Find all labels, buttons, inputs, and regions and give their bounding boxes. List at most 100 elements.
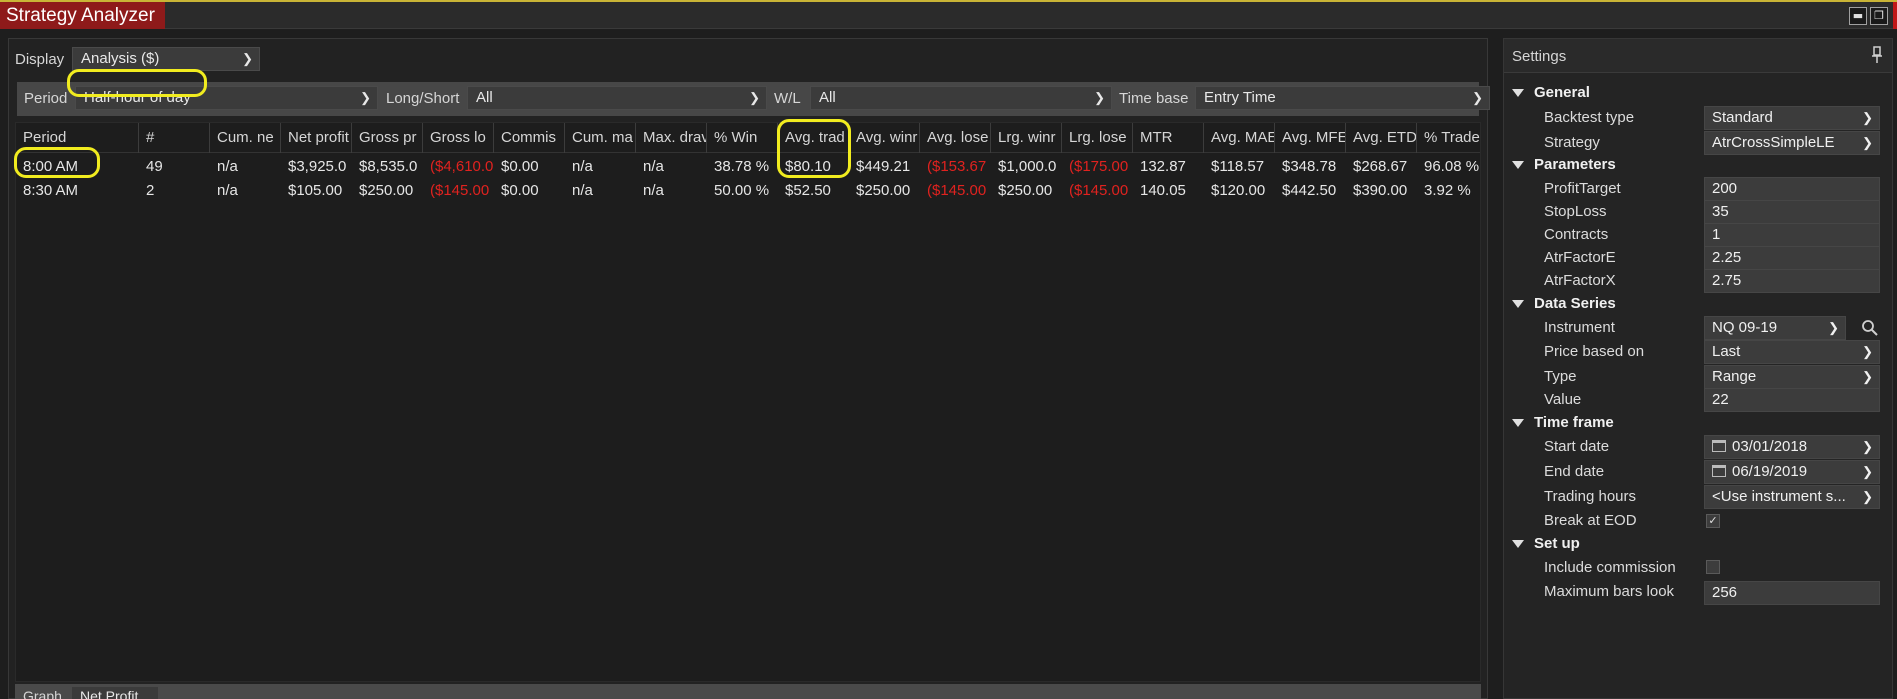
max-bars-look-input[interactable]: 256 <box>1704 581 1880 605</box>
section-data-series[interactable]: Data Series <box>1512 295 1616 312</box>
close-strip[interactable] <box>1893 2 1897 29</box>
instrument-value: NQ 09-19 <box>1712 319 1778 336</box>
minimize-button[interactable]: ▬ <box>1849 7 1867 25</box>
section-general[interactable]: General <box>1512 84 1590 101</box>
col-cum-max[interactable]: Cum. ma <box>565 123 636 153</box>
col-cum-net[interactable]: Cum. ne <box>210 123 281 153</box>
cell-mtr: 132.87 <box>1140 158 1186 175</box>
section-parameters[interactable]: Parameters <box>1512 156 1616 173</box>
col-avg-loser[interactable]: Avg. lose <box>920 123 991 153</box>
cell-gross-loss: ($4,610.0 <box>430 158 494 175</box>
search-icon[interactable] <box>1861 319 1879 337</box>
chevron-down-icon: ❯ <box>749 90 760 105</box>
time-base-select[interactable]: Entry Time ❯ <box>1195 86 1490 110</box>
display-select[interactable]: Analysis ($) ❯ <box>72 47 260 71</box>
backtest-type-select[interactable]: Standard ❯ <box>1704 106 1880 130</box>
period-select[interactable]: Half-hour of day ❯ <box>75 86 378 110</box>
graph-label: Graph <box>23 688 62 699</box>
stop-loss-input[interactable]: 35 <box>1704 200 1880 224</box>
cell-cum-max: n/a <box>572 158 593 175</box>
wl-select[interactable]: All ❯ <box>810 86 1112 110</box>
atr-factor-e-input[interactable]: 2.25 <box>1704 246 1880 270</box>
col-gross-profit[interactable]: Gross pr <box>352 123 423 153</box>
cell-mtr: 140.05 <box>1140 182 1186 199</box>
break-at-eod-checkbox[interactable]: ✓ <box>1706 514 1720 528</box>
start-date-value: 03/01/2018 <box>1732 438 1808 455</box>
contracts-input[interactable]: 1 <box>1704 223 1880 247</box>
cell-win-pct: 50.00 % <box>714 182 770 199</box>
atr-factor-x-input[interactable]: 2.75 <box>1704 269 1880 293</box>
col-avg-trade[interactable]: Avg. trad <box>778 123 849 153</box>
long-short-select[interactable]: All ❯ <box>467 86 767 110</box>
analyzer-panel: Display Analysis ($) ❯ Period Half-hour … <box>8 38 1490 699</box>
break-at-eod-label: Break at EOD <box>1544 512 1637 529</box>
end-date-picker[interactable]: 06/19/2019 ❯ <box>1704 460 1880 484</box>
chevron-down-icon: ❯ <box>1862 135 1873 150</box>
cell-avg-winner: $449.21 <box>856 158 911 175</box>
col-net-profit[interactable]: Net profit <box>281 123 352 153</box>
instrument-select[interactable]: NQ 09-19 ❯ <box>1704 316 1846 340</box>
cell-gross-loss: ($145.00 <box>430 182 490 199</box>
cell-cum-net: n/a <box>217 158 238 175</box>
chevron-down-icon: ❯ <box>1472 90 1483 105</box>
display-value: Analysis ($) <box>81 50 160 67</box>
col-gross-loss[interactable]: Gross lo <box>423 123 494 153</box>
section-parameters-label: Parameters <box>1534 156 1616 173</box>
restore-button[interactable]: ❐ <box>1870 7 1888 25</box>
collapse-triangle-icon <box>1512 89 1524 98</box>
col-mtr[interactable]: MTR <box>1133 123 1204 153</box>
start-date-picker[interactable]: 03/01/2018 ❯ <box>1704 435 1880 459</box>
graph-select[interactable]: Net Profit <box>71 686 159 699</box>
col-period[interactable]: Period <box>16 123 139 153</box>
cell-avg-mae: $118.57 <box>1211 158 1265 175</box>
col-trade-pct[interactable]: % Trade <box>1417 123 1482 153</box>
collapse-triangle-icon <box>1512 161 1524 170</box>
include-commission-label: Include commission <box>1544 559 1676 576</box>
col-max-drawdown[interactable]: Max. drav <box>636 123 707 153</box>
table-row[interactable]: 8:30 AM 2 n/a $105.00 $250.00 ($145.00 $… <box>16 178 1480 203</box>
window-title: Strategy Analyzer <box>0 2 165 29</box>
backtest-type-label: Backtest type <box>1544 109 1635 126</box>
trading-hours-value: <Use instrument s... <box>1712 488 1846 505</box>
time-base-value: Entry Time <box>1204 89 1276 106</box>
col-avg-winner[interactable]: Avg. winr <box>849 123 920 153</box>
include-commission-checkbox[interactable] <box>1706 560 1720 574</box>
trading-hours-label: Trading hours <box>1544 488 1636 505</box>
type-select[interactable]: Range ❯ <box>1704 365 1880 389</box>
long-short-label: Long/Short <box>386 90 460 107</box>
profit-target-input[interactable]: 200 <box>1704 177 1880 201</box>
chevron-down-icon: ❯ <box>1862 369 1873 384</box>
chevron-down-icon: ❯ <box>1862 439 1873 454</box>
table-row[interactable]: 8:00 AM 49 n/a $3,925.0 $8,535.0 ($4,610… <box>16 154 1480 179</box>
cell-count: 2 <box>146 182 155 199</box>
pin-icon[interactable] <box>1871 46 1883 64</box>
cell-net-profit: $105.00 <box>288 182 343 199</box>
strategy-label: Strategy <box>1544 134 1600 151</box>
cell-max-drawdown: n/a <box>643 158 664 175</box>
cell-trade-pct: 3.92 % <box>1424 182 1471 199</box>
strategy-select[interactable]: AtrCrossSimpleLE ❯ <box>1704 131 1880 155</box>
col-commission[interactable]: Commis <box>494 123 565 153</box>
wl-label: W/L <box>774 90 801 107</box>
price-based-on-select[interactable]: Last ❯ <box>1704 340 1880 364</box>
col-lrg-loser[interactable]: Lrg. lose <box>1062 123 1133 153</box>
section-set-up[interactable]: Set up <box>1512 535 1580 552</box>
chevron-down-icon: ❯ <box>1094 90 1105 105</box>
cell-avg-loser: ($153.67 <box>927 158 987 175</box>
col-lrg-winner[interactable]: Lrg. winr <box>991 123 1062 153</box>
title-bar: Strategy Analyzer ▬ ❐ <box>0 0 1897 29</box>
value-input[interactable]: 22 <box>1704 388 1880 412</box>
col-avg-mfe[interactable]: Avg. MFE <box>1275 123 1346 153</box>
end-date-value: 06/19/2019 <box>1732 463 1808 480</box>
cell-net-profit: $3,925.0 <box>288 158 347 175</box>
section-time-frame[interactable]: Time frame <box>1512 414 1614 431</box>
settings-title: Settings <box>1512 48 1567 65</box>
period-label: Period <box>24 90 68 107</box>
cell-trade-pct: 96.08 % <box>1424 158 1480 175</box>
collapse-triangle-icon <box>1512 300 1524 309</box>
col-count[interactable]: # <box>139 123 210 153</box>
col-avg-mae[interactable]: Avg. MAE <box>1204 123 1275 153</box>
col-avg-etd[interactable]: Avg. ETD <box>1346 123 1417 153</box>
col-win-pct[interactable]: % Win <box>707 123 778 153</box>
trading-hours-select[interactable]: <Use instrument s... ❯ <box>1704 485 1880 509</box>
